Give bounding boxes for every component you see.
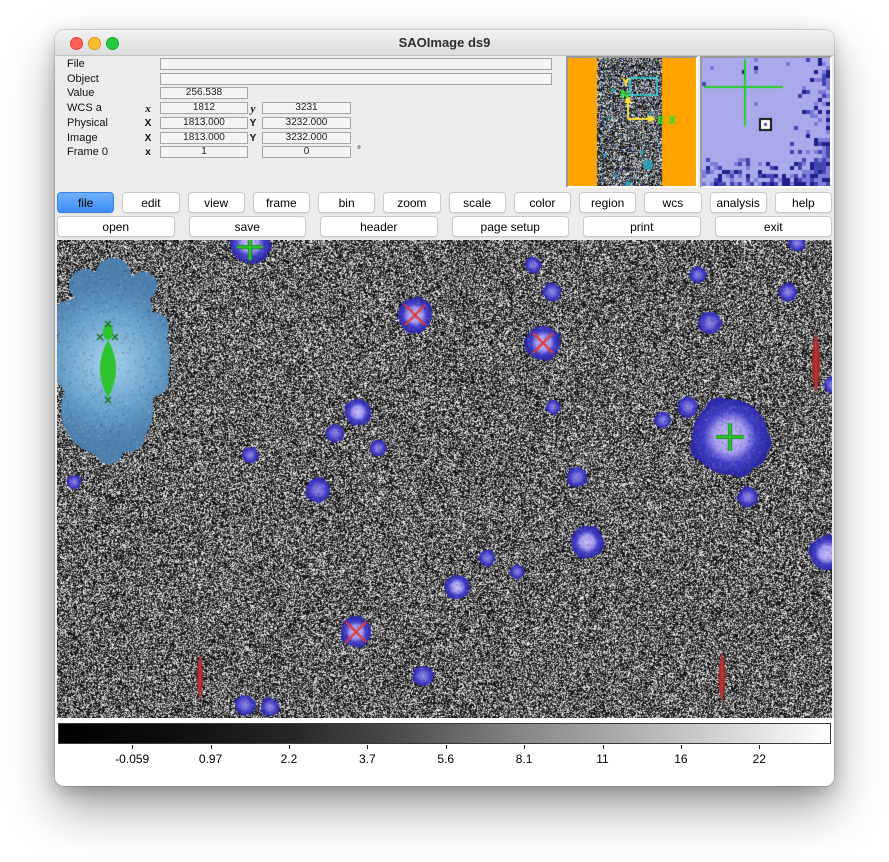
colorbar-tick-label: 0.97 [199, 752, 222, 766]
physical-y-label: Y [246, 118, 260, 129]
colorbar-tick [289, 745, 290, 749]
colorbar-tick-label: 5.6 [437, 752, 454, 766]
window-title: SAOImage ds9 [55, 35, 834, 50]
menu-button-open[interactable]: open [57, 216, 175, 237]
value-label: Value [67, 87, 94, 99]
menu-button-region[interactable]: region [579, 192, 636, 213]
wcs-a-label: WCS a [67, 102, 102, 114]
image-label: Image [67, 132, 98, 144]
menu-row-1: file edit view frame binzoom scale color region… [57, 192, 832, 213]
menu-button-print[interactable]: print [583, 216, 701, 237]
colorbar-tick-label: 11 [596, 752, 608, 766]
info-row-file: File [55, 58, 564, 71]
frame-0-angle-field[interactable]: 0 [262, 146, 351, 158]
panner-panel [566, 56, 698, 188]
info-row-object: Object [55, 73, 564, 86]
colorbar-tick-label: 2.2 [281, 752, 298, 766]
frame-0-label: Frame 0 [67, 146, 108, 158]
physical-label: Physical [67, 117, 108, 129]
object-label: Object [67, 73, 99, 85]
info-row-physical: Physical X 1813.000Y3232.000 [55, 117, 564, 130]
menu-button-save[interactable]: save [189, 216, 307, 237]
info-row-image: Image X 1813.000Y3232.000 [55, 132, 564, 145]
menu-button-page-setup[interactable]: page setup [452, 216, 570, 237]
file-field[interactable] [160, 58, 552, 70]
menu-button-edit[interactable]: edit [122, 192, 179, 213]
image-x-label: X [141, 133, 155, 144]
menu-button-scale[interactable]: scale [449, 192, 506, 213]
magnifier-panel [700, 56, 832, 188]
value-field[interactable]: 256.538 [160, 87, 248, 99]
info-row-frame-0: Frame 0 x1 0 ° [55, 146, 564, 159]
colorbar-gradient[interactable] [58, 723, 831, 744]
menu-button-zoom[interactable]: zoom [383, 192, 440, 213]
wcs-a-y-label: y [246, 103, 260, 115]
main-image-canvas[interactable] [57, 240, 832, 718]
menu-button-frame[interactable]: frame [253, 192, 310, 213]
image-x-field[interactable]: 1813.000 [160, 132, 248, 144]
info-row-value: Value 256.538 [55, 87, 564, 100]
wcs-a-x-label: x [141, 103, 155, 115]
image-y-label: Y [246, 133, 260, 144]
colorbar-tick [603, 745, 604, 749]
file-label: File [67, 58, 85, 70]
frame-0-x-field[interactable]: 1 [160, 146, 248, 158]
colorbar-tick [446, 745, 447, 749]
colorbar-tick-label: 8.1 [516, 752, 533, 766]
menu-button-header[interactable]: header [320, 216, 438, 237]
colorbar-tick-label: 16 [674, 752, 687, 766]
frame-0-x-label: x [141, 147, 155, 158]
colorbar-tick-label: 3.7 [359, 752, 376, 766]
wcs-a-y-field[interactable]: 3231 [262, 102, 351, 114]
menu-button-analysis[interactable]: analysis [710, 192, 767, 213]
colorbar-tick [759, 745, 760, 749]
menu-button-exit[interactable]: exit [715, 216, 833, 237]
ds9-window: SAOImage ds9 File Object Value 256.538 WCS a… [55, 30, 834, 786]
colorbar-tick-label: -0.059 [115, 752, 149, 766]
menu-button-wcs[interactable]: wcs [644, 192, 701, 213]
titlebar[interactable]: SAOImage ds9 [55, 30, 834, 56]
menu-button-bin[interactable]: bin [318, 192, 375, 213]
info-row-wcs-a: WCS a x 1812y3231 [55, 102, 564, 115]
colorbar-section: -0.059 0.97 2.2 3.7 5.6 8.1 11 16 22 [55, 718, 834, 786]
object-field[interactable] [160, 73, 552, 85]
colorbar-tick [367, 745, 368, 749]
magnifier-canvas[interactable] [702, 58, 830, 186]
menu-button-color[interactable]: color [514, 192, 571, 213]
degree-symbol: ° [357, 145, 361, 156]
colorbar-tick [132, 745, 133, 749]
panner-canvas[interactable] [568, 58, 696, 186]
colorbar-tick-label: 22 [753, 752, 766, 766]
menu-button-help[interactable]: help [775, 192, 832, 213]
menu-button-file[interactable]: file [57, 192, 114, 213]
menu-button-view[interactable]: view [188, 192, 245, 213]
colorbar-tick [524, 745, 525, 749]
colorbar-tick [211, 745, 212, 749]
physical-x-label: X [141, 118, 155, 129]
physical-y-field[interactable]: 3232.000 [262, 117, 351, 129]
image-y-field[interactable]: 3232.000 [262, 132, 351, 144]
menu-row-2: open save header page setup print exit [57, 216, 832, 237]
colorbar-tick [681, 745, 682, 749]
wcs-a-x-field[interactable]: 1812 [160, 102, 248, 114]
physical-x-field[interactable]: 1813.000 [160, 117, 248, 129]
